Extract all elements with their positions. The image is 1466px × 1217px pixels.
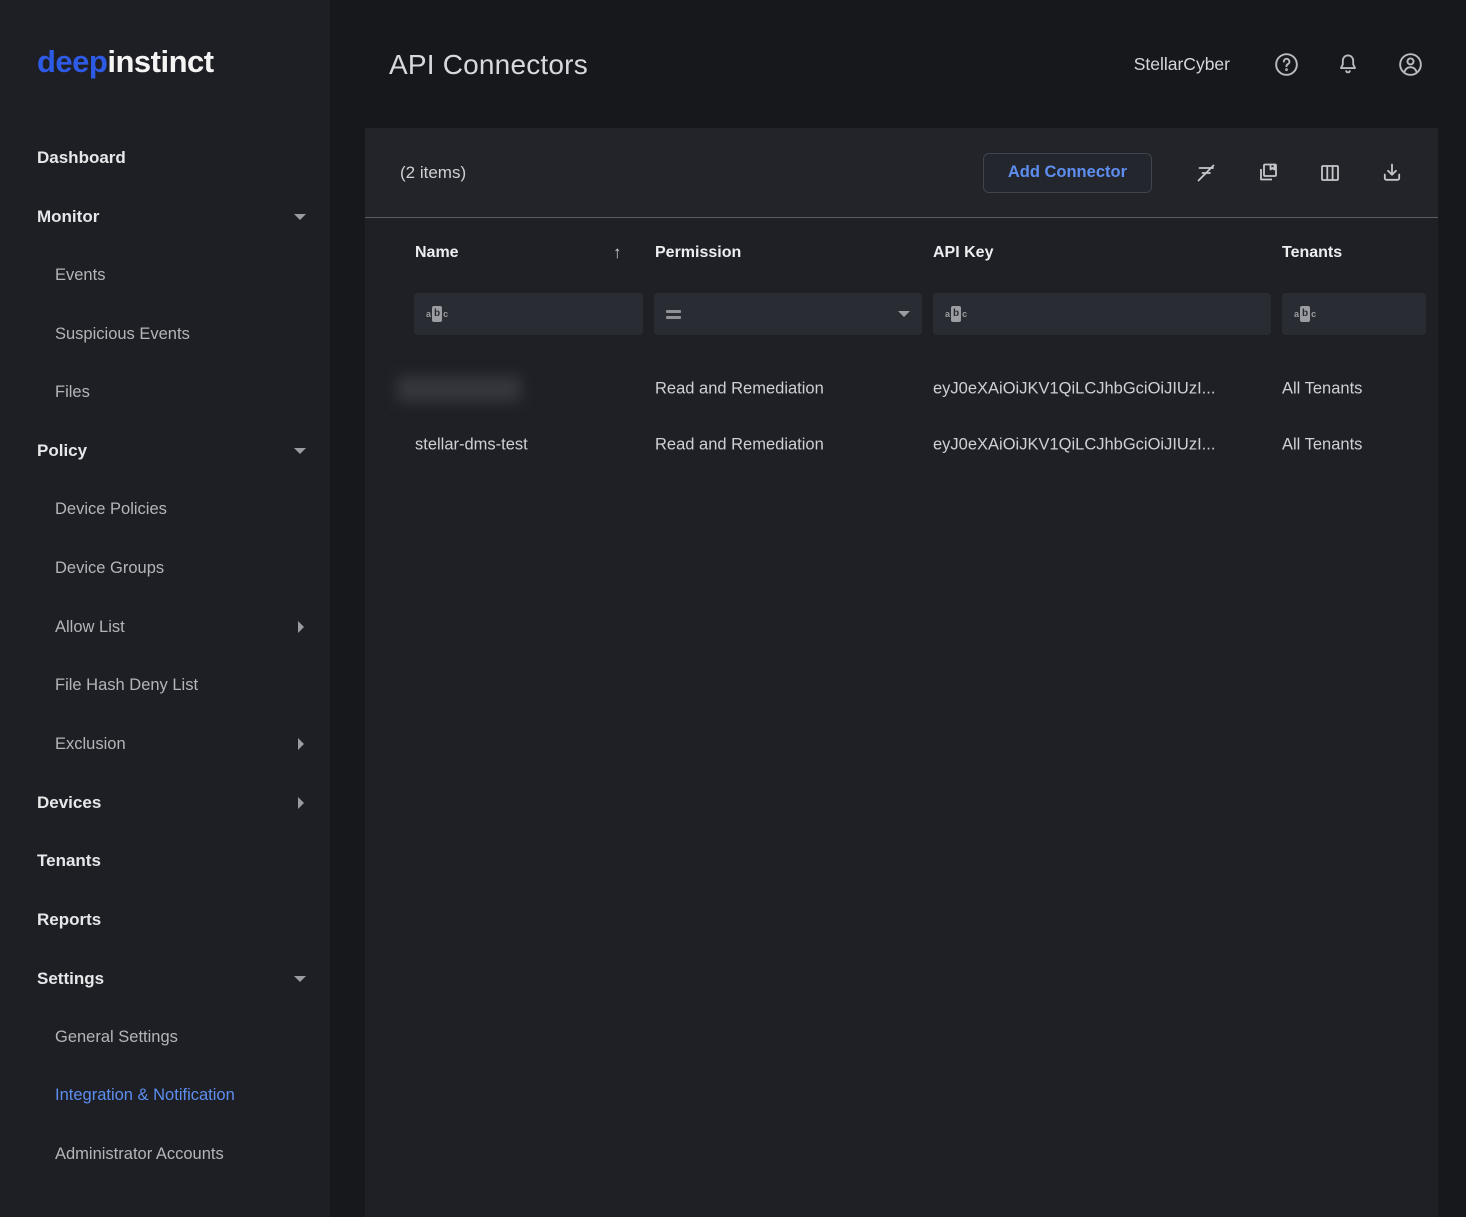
text-filter-icon: abc: [1294, 306, 1316, 322]
top-header: API Connectors StellarCyber: [330, 0, 1466, 129]
sort-ascending-icon: ↑: [613, 243, 622, 263]
sidebar-item-device-groups[interactable]: Device Groups: [0, 539, 330, 598]
sidebar-item-dashboard[interactable]: Dashboard: [0, 129, 330, 188]
sidebar-item-files[interactable]: Files: [0, 363, 330, 422]
sidebar-item-devices[interactable]: Devices: [0, 774, 330, 833]
sidebar-item-device-policies[interactable]: Device Policies: [0, 481, 330, 540]
name-filter-input[interactable]: abc: [414, 293, 643, 335]
toolbar-actions: Add Connector: [983, 153, 1404, 193]
sidebar-item-file-hash-deny-list[interactable]: File Hash Deny List: [0, 656, 330, 715]
tenant-scope-label[interactable]: StellarCyber: [1134, 54, 1230, 75]
redacted-name-blur: [397, 376, 521, 402]
chevron-right-icon: [298, 621, 304, 633]
sidebar-item-tenants[interactable]: Tenants: [0, 832, 330, 891]
sidebar-item-integration-notification[interactable]: Integration & Notification: [0, 1067, 330, 1126]
api-connectors-panel: (2 items) Add Connector: [365, 128, 1438, 1217]
page-title: API Connectors: [389, 49, 588, 81]
grid-rows: Read and Remediation eyJ0eXAiOiJKV1QiLCJ…: [365, 361, 1438, 473]
deep-instinct-logo: deepinstinct: [37, 44, 214, 80]
chevron-down-icon: [294, 976, 306, 982]
logo-instinct: instinct: [107, 44, 213, 79]
dropdown-caret-icon: [898, 311, 910, 317]
api-key-filter-input[interactable]: abc: [933, 293, 1271, 335]
table-row[interactable]: stellar-dms-test Read and Remediation ey…: [365, 417, 1438, 473]
cell-api-key: eyJ0eXAiOiJKV1QiLCJhbGciOiJIUzI...: [933, 436, 1273, 455]
columns-icon[interactable]: [1318, 161, 1342, 185]
sidebar-item-general-settings[interactable]: General Settings: [0, 1008, 330, 1067]
text-filter-icon: abc: [945, 306, 967, 322]
permission-filter-select[interactable]: [654, 293, 922, 335]
cell-name-redacted: [415, 376, 645, 402]
grid-toolbar: (2 items) Add Connector: [365, 128, 1438, 218]
sidebar-item-exclusion[interactable]: Exclusion: [0, 715, 330, 774]
chevron-down-icon: [294, 214, 306, 220]
chevron-down-icon: [294, 448, 306, 454]
text-filter-icon: abc: [426, 306, 448, 322]
help-icon[interactable]: [1272, 51, 1300, 79]
items-count: (2 items): [400, 163, 466, 183]
sidebar-nav: Dashboard Monitor Events Suspicious Even…: [0, 129, 330, 1184]
filter-off-icon[interactable]: [1194, 161, 1218, 185]
equals-filter-icon: [666, 310, 681, 319]
cell-tenants: All Tenants: [1282, 380, 1432, 399]
header-actions: StellarCyber: [1134, 51, 1424, 79]
sidebar-item-suspicious-events[interactable]: Suspicious Events: [0, 305, 330, 364]
account-icon[interactable]: [1396, 51, 1424, 79]
sidebar-item-reports[interactable]: Reports: [0, 891, 330, 950]
sidebar-item-administrator-accounts[interactable]: Administrator Accounts: [0, 1125, 330, 1184]
cell-permission: Read and Remediation: [655, 436, 925, 455]
download-icon[interactable]: [1380, 161, 1404, 185]
sidebar-item-allow-list[interactable]: Allow List: [0, 598, 330, 657]
cell-permission: Read and Remediation: [655, 380, 925, 399]
sidebar-item-policy[interactable]: Policy: [0, 422, 330, 481]
cell-api-key: eyJ0eXAiOiJKV1QiLCJhbGciOiJIUzI...: [933, 380, 1273, 399]
column-header-permission[interactable]: Permission: [655, 244, 741, 262]
tenants-filter-input[interactable]: abc: [1282, 293, 1426, 335]
sidebar-item-events[interactable]: Events: [0, 246, 330, 305]
chevron-right-icon: [298, 738, 304, 750]
sidebar-item-settings[interactable]: Settings: [0, 949, 330, 1008]
sidebar-item-monitor[interactable]: Monitor: [0, 188, 330, 247]
column-header-api-key[interactable]: API Key: [933, 244, 993, 262]
cell-name: stellar-dms-test: [415, 436, 645, 455]
chevron-right-icon: [298, 797, 304, 809]
add-connector-button[interactable]: Add Connector: [983, 153, 1152, 193]
cell-tenants: All Tenants: [1282, 436, 1432, 455]
table-row[interactable]: Read and Remediation eyJ0eXAiOiJKV1QiLCJ…: [365, 361, 1438, 417]
logo-deep: deep: [37, 44, 107, 79]
saved-views-icon[interactable]: [1256, 161, 1280, 185]
column-header-tenants[interactable]: Tenants: [1282, 244, 1342, 262]
notifications-icon[interactable]: [1334, 51, 1362, 79]
column-header-name[interactable]: Name ↑: [415, 244, 459, 262]
sidebar: deepinstinct Dashboard Monitor Events Su…: [0, 0, 330, 1217]
